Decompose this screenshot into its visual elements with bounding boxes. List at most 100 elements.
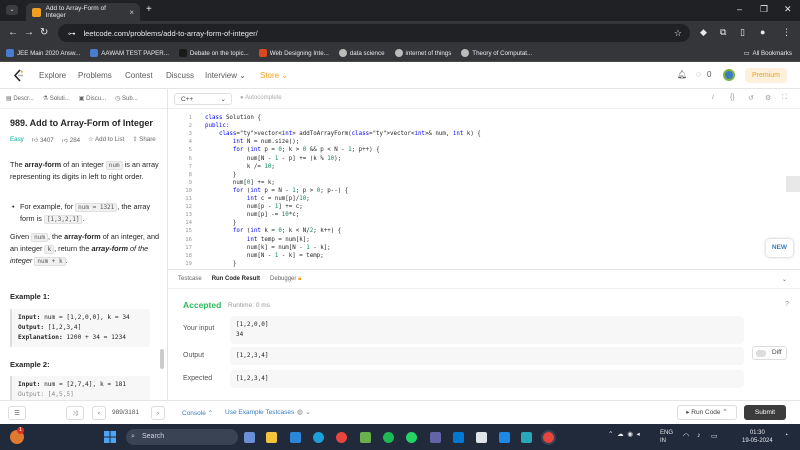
code-editor[interactable]: 1 class Solution {2 public: 3 class="ty">ve…	[168, 109, 800, 269]
problem-scrollbar[interactable]	[160, 349, 164, 369]
tab-discuss[interactable]: ▣ Discu...	[79, 95, 106, 102]
next-problem-button[interactable]: ›	[151, 406, 165, 420]
add-to-list-button[interactable]: ☆ Add to List	[88, 136, 124, 144]
close-window-icon[interactable]: ✕	[784, 4, 792, 15]
bookmark-item[interactable]: Theory of Computat...	[461, 49, 532, 57]
task-view-icon[interactable]	[244, 432, 255, 443]
profile-icon[interactable]: ●	[760, 27, 765, 37]
whatsapp-icon[interactable]	[406, 432, 417, 443]
cloud-icon[interactable]: ☁	[617, 431, 624, 438]
app-icon[interactable]	[360, 432, 371, 443]
forward-icon[interactable]: →	[24, 27, 34, 38]
mail-icon[interactable]	[453, 432, 464, 443]
volume-icon[interactable]: ♪	[697, 432, 701, 439]
editor-side-handle[interactable]	[786, 176, 800, 192]
extensions-puzzle-icon[interactable]: ⧉	[720, 27, 726, 38]
new-tab-button[interactable]: +	[146, 4, 152, 15]
problem-list-button[interactable]: ☰	[8, 406, 26, 420]
extension-icon[interactable]: ◆	[700, 27, 707, 38]
info-icon[interactable]: 𝑖	[712, 94, 714, 102]
shuffle-button[interactable]: ⤨	[66, 406, 84, 420]
language-indicator[interactable]: ENG IN	[660, 429, 673, 445]
tab-search-button[interactable]: ⌄	[6, 5, 18, 15]
chrome-icon[interactable]	[336, 432, 347, 443]
dislike-button[interactable]: 👎︎ 284	[62, 136, 80, 144]
bookmark-item[interactable]: Web Designing Inte...	[258, 49, 329, 57]
speaker-icon[interactable]: ◂	[637, 431, 640, 438]
all-bookmarks[interactable]: ▭ All Bookmarks	[744, 50, 792, 57]
back-icon[interactable]: ←	[8, 27, 18, 38]
app-icon[interactable]	[521, 432, 532, 443]
reset-icon[interactable]: ↺	[748, 94, 754, 102]
submit-button[interactable]: Submit	[744, 405, 786, 420]
streak-icon[interactable]: ◌	[696, 70, 701, 79]
windows-start-icon[interactable]	[104, 431, 116, 443]
nav-store[interactable]: Store ⌄	[260, 71, 288, 80]
leetcode-logo-icon[interactable]	[12, 69, 24, 82]
teams-icon[interactable]	[430, 432, 441, 443]
collapse-icon[interactable]: ⌄	[782, 276, 787, 283]
minimize-icon[interactable]: –	[737, 4, 742, 14]
bookmark-item[interactable]: data science	[338, 49, 385, 57]
taskbar-clock[interactable]: 01:30 19-05-2024	[742, 429, 773, 445]
chevron-up-icon[interactable]: ⌃	[608, 431, 613, 438]
language-select[interactable]: C++ ⌄	[174, 93, 232, 105]
taskbar-search-input[interactable]: ⌕ Search	[126, 429, 238, 445]
edge-icon[interactable]	[290, 432, 301, 443]
avatar[interactable]	[723, 69, 735, 81]
braces-icon[interactable]: {}	[730, 94, 735, 101]
tab-run-code-result[interactable]: Run Code Result	[212, 276, 260, 282]
nav-problems[interactable]: Problems	[78, 71, 112, 80]
close-tab-icon[interactable]: ×	[129, 8, 134, 17]
bookmark-star-icon[interactable]: ☆	[674, 28, 682, 39]
chrome-active-icon[interactable]	[541, 430, 556, 445]
display-icon[interactable]	[499, 432, 510, 443]
premium-button[interactable]: Premium	[745, 68, 787, 83]
maximize-icon[interactable]: ❐	[760, 4, 768, 15]
nav-interview[interactable]: Interview ⌄	[205, 71, 246, 80]
nav-contest[interactable]: Contest	[125, 71, 153, 80]
tab-submissions[interactable]: ◷ Sub...	[115, 95, 138, 102]
sidebar-icon[interactable]: ▯	[740, 27, 745, 38]
file-explorer-icon[interactable]	[266, 432, 277, 443]
autocomplete-toggle[interactable]: ● Autocomplete	[240, 95, 282, 101]
share-button[interactable]: ⇪ Share	[132, 136, 155, 144]
diff-toggle[interactable]: Diff	[752, 346, 787, 360]
bookmark-item[interactable]: internet of things	[394, 49, 451, 57]
reload-icon[interactable]: ↻	[40, 27, 48, 38]
bookmark-item[interactable]: Debate on the topic...	[178, 49, 249, 57]
help-circle-icon[interactable]: ◍ ⌄	[297, 408, 311, 416]
menu-dots-icon[interactable]: ⋮	[782, 27, 791, 38]
nav-explore[interactable]: Explore	[39, 71, 66, 80]
bookmark-item[interactable]: JEE Main 2020 Answ...	[6, 49, 80, 57]
nav-discuss[interactable]: Discuss	[166, 71, 194, 80]
example-1-block: Input: num = [1,2,0,0], k = 34 Output: […	[10, 309, 150, 347]
fullscreen-icon[interactable]: ⛶	[782, 94, 787, 102]
browser-tab[interactable]: Add to Array-Form of Integer ×	[26, 3, 140, 21]
like-button[interactable]: 👍︎ 3407	[32, 136, 54, 144]
prev-problem-button[interactable]: ‹	[92, 406, 106, 420]
new-feature-badge[interactable]: NEW	[766, 239, 793, 257]
result-runtime: Runtime: 0 ms	[228, 302, 270, 309]
notification-icon[interactable]: ◔	[784, 432, 788, 439]
edge-browser-icon[interactable]	[313, 432, 324, 443]
console-button[interactable]: Console ⌃	[182, 409, 213, 417]
tab-description[interactable]: ▤ Descr...	[6, 95, 34, 102]
run-code-button[interactable]: ▸ Run Code ⌃	[677, 405, 737, 420]
settings-icon[interactable]: ⚙	[765, 94, 771, 102]
site-info-icon[interactable]: ⊶	[68, 29, 76, 38]
use-example-testcases-link[interactable]: Use Example Testcases	[225, 409, 294, 416]
url-input[interactable]: ⊶ leetcode.com/problems/add-to-array-for…	[58, 24, 690, 42]
bell-icon[interactable]: 🔔︎	[677, 70, 687, 79]
spotify-icon[interactable]	[383, 432, 394, 443]
battery-icon[interactable]: ▭	[711, 432, 718, 440]
tab-debugger[interactable]: Debugger 🔒︎	[270, 276, 301, 283]
camera-icon[interactable]: ◉	[627, 431, 633, 438]
bookmark-favicon-icon	[338, 49, 347, 57]
help-icon[interactable]: ?	[785, 301, 789, 308]
tab-testcase[interactable]: Testcase	[178, 276, 202, 282]
tab-solutions[interactable]: ⚗ Soluti...	[43, 95, 70, 102]
clock-app-icon[interactable]	[476, 432, 487, 443]
bookmark-item[interactable]: AAWAM TEST PAPER...	[90, 49, 169, 57]
wifi-icon[interactable]: ◠	[683, 432, 689, 440]
